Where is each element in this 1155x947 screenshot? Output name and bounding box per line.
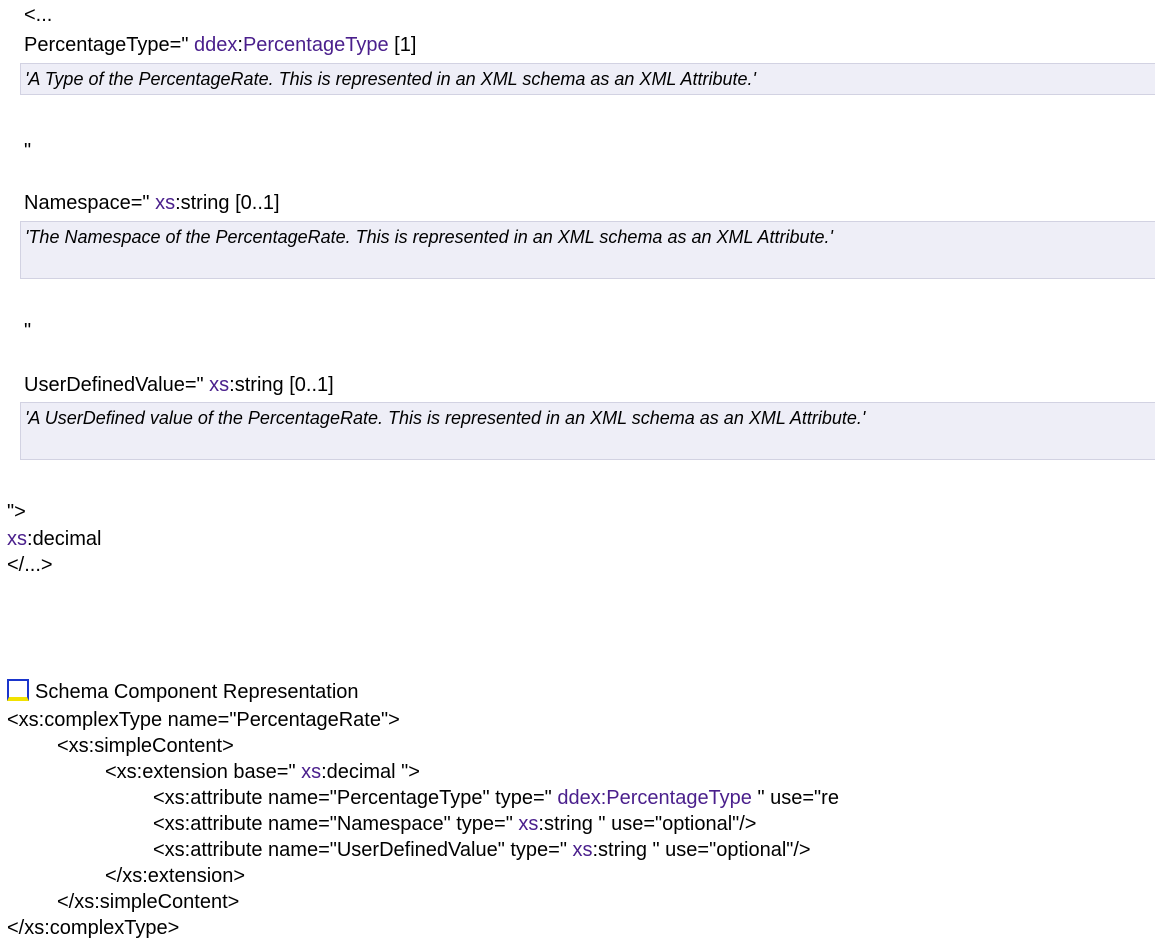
ns-link-ddex[interactable]: ddex <box>194 34 237 56</box>
attributes-close: "> <box>7 501 26 523</box>
ns-link-xs[interactable]: xs <box>518 813 538 835</box>
code-line: <xs:attribute name="UserDefinedValue" ty… <box>153 839 811 861</box>
cardinality: [1] <box>394 34 417 56</box>
element-close-ellipsis: </...> <box>7 554 53 576</box>
attribute-name: Namespace=" <box>24 192 150 214</box>
attribute-close-quote: " <box>24 140 32 162</box>
code-line: <xs:simpleContent> <box>57 735 234 757</box>
ns-link-xs[interactable]: xs <box>155 192 175 214</box>
code-line: <xs:attribute name="Namespace" type=" xs… <box>153 813 757 835</box>
type-name: string <box>180 192 230 214</box>
code-line: <xs:extension base=" xs:decimal "> <box>105 761 420 783</box>
attribute-description: 'A Type of the PercentageRate. This is r… <box>20 63 1155 95</box>
attribute-row-percentagetype: PercentageType=" ddex:PercentageType [1] <box>24 34 417 56</box>
ns-link-xs[interactable]: xs <box>7 528 27 550</box>
attribute-close-quote: " <box>24 320 32 342</box>
attribute-row-userdefinedvalue: UserDefinedValue=" xs:string [0..1] <box>24 374 334 396</box>
element-open-ellipsis: <... <box>24 4 53 26</box>
type-link-percentagetype[interactable]: PercentageType <box>243 34 389 56</box>
cardinality: [0..1] <box>235 192 280 214</box>
type-name: string <box>234 374 284 396</box>
section-title: Schema Component Representation <box>35 681 359 703</box>
ns-link-xs[interactable]: xs <box>573 839 593 861</box>
ns-link-xs[interactable]: xs <box>209 374 229 396</box>
attribute-name: PercentageType=" <box>24 34 189 56</box>
content-type: xs:decimal <box>7 528 102 550</box>
cardinality: [0..1] <box>289 374 334 396</box>
collapse-toggle-icon[interactable] <box>7 679 29 701</box>
type-link-percentagetype[interactable]: PercentageType <box>606 787 752 809</box>
ns-link-ddex[interactable]: ddex <box>557 787 600 809</box>
code-line: <xs:attribute name="PercentageType" type… <box>153 787 839 809</box>
code-line: </xs:simpleContent> <box>57 891 240 913</box>
attribute-name: UserDefinedValue=" <box>24 374 204 396</box>
attribute-description: 'A UserDefined value of the PercentageRa… <box>20 402 1155 460</box>
code-line: </xs:extension> <box>105 865 246 887</box>
attribute-description: 'The Namespace of the PercentageRate. Th… <box>20 221 1155 279</box>
code-line: <xs:complexType name="PercentageRate"> <box>7 709 400 731</box>
ns-link-xs[interactable]: xs <box>301 761 321 783</box>
attribute-row-namespace: Namespace=" xs:string [0..1] <box>24 191 280 215</box>
code-line: </xs:complexType> <box>7 917 180 939</box>
type-name: decimal <box>32 528 102 550</box>
